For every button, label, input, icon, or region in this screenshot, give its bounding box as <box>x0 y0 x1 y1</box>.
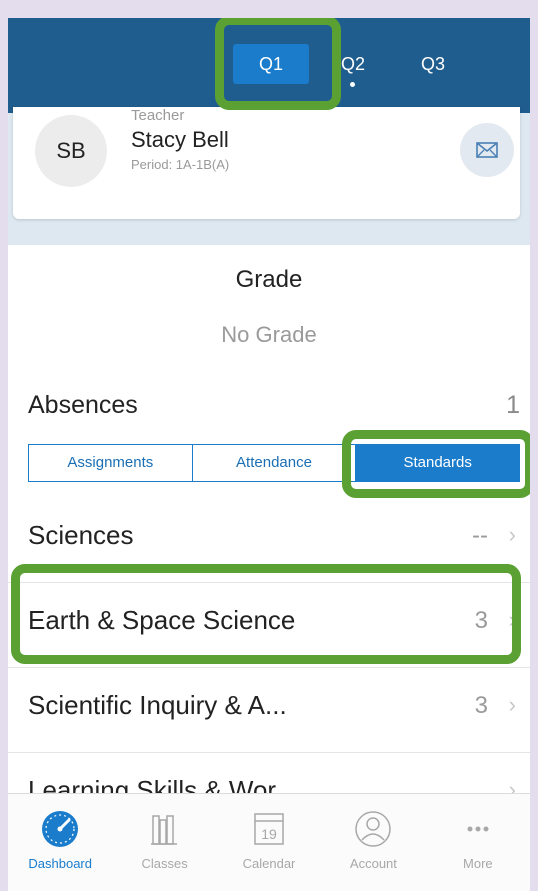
mail-icon <box>476 142 498 158</box>
teacher-section: SB Teacher Stacy Bell Period: 1A-1B(A) <box>8 107 530 245</box>
tab-label: Dashboard <box>28 856 92 871</box>
highlight-box-standards <box>342 430 530 498</box>
tab-label: Classes <box>141 856 188 871</box>
teacher-role: Teacher <box>131 107 185 124</box>
more-icon <box>467 826 489 832</box>
highlight-box-q1 <box>215 18 341 110</box>
q2-indicator-dot <box>350 82 355 87</box>
tab-calendar[interactable]: 19 Calendar <box>217 794 321 891</box>
highlight-box-earth-space <box>11 564 521 664</box>
tab-label: Account <box>349 856 397 871</box>
account-icon <box>355 811 392 847</box>
mail-button[interactable] <box>460 123 514 177</box>
bottom-tab-bar: Dashboard Classes 19 Calendar Account Mo… <box>8 793 530 891</box>
tab-q3[interactable]: Q3 <box>408 44 458 84</box>
books-icon <box>150 815 177 845</box>
list-item-label: Scientific Inquiry & A... <box>28 690 287 720</box>
grade-value: No Grade <box>221 322 317 347</box>
tab-label: Calendar <box>242 856 296 871</box>
teacher-period: Period: 1A-1B(A) <box>131 157 230 172</box>
tab-classes[interactable]: Classes <box>112 794 216 891</box>
segment-attendance[interactable]: Attendance <box>193 445 357 481</box>
grade-title: Grade <box>235 266 303 293</box>
absences-label: Absences <box>28 391 138 419</box>
calendar-day: 19 <box>261 826 277 842</box>
teacher-name: Stacy Bell <box>131 127 229 152</box>
avatar: SB <box>35 115 107 187</box>
list-item-scientific-inquiry[interactable]: Scientific Inquiry & A... 3 › <box>8 668 530 753</box>
tab-account[interactable]: Account <box>321 794 425 891</box>
segment-assignments[interactable]: Assignments <box>29 445 193 481</box>
tab-dashboard[interactable]: Dashboard <box>8 794 112 891</box>
calendar-icon: 19 <box>254 813 284 845</box>
teacher-card[interactable]: SB Teacher Stacy Bell Period: 1A-1B(A) <box>13 107 520 219</box>
list-item-value: -- <box>472 522 488 549</box>
tab-label: More <box>463 856 493 871</box>
app-screen: Q1 Q2 Q3 SB Teacher Stacy Bell Period: 1… <box>8 18 530 891</box>
tab-more[interactable]: More <box>426 794 530 891</box>
dashboard-icon <box>42 811 79 847</box>
chevron-right-icon: › <box>508 522 516 547</box>
chevron-right-icon: › <box>508 692 516 717</box>
list-item-label: Sciences <box>28 520 134 550</box>
list-item-value: 3 <box>474 692 488 719</box>
absences-count: 1 <box>506 391 520 419</box>
